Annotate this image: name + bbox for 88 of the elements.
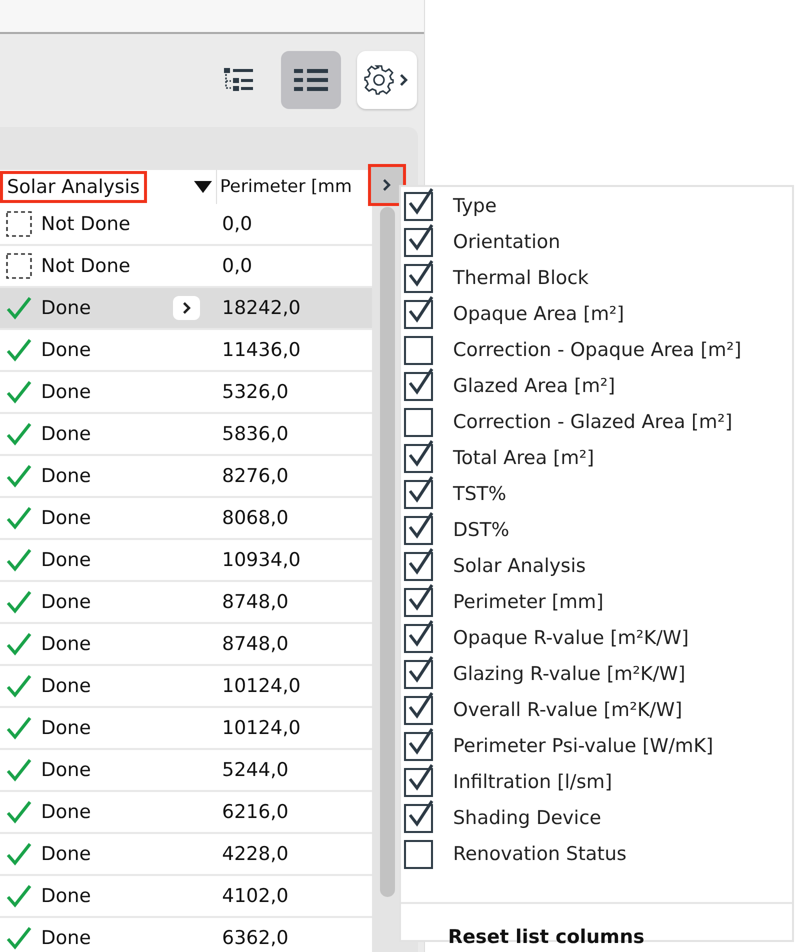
status-text: Done: [41, 717, 91, 739]
status-text: Done: [41, 633, 91, 655]
status-text: Not Done: [41, 213, 130, 235]
status-text: Done: [41, 885, 91, 907]
column-toggle[interactable]: Perimeter [mm]: [401, 584, 792, 620]
status-text: Done: [41, 927, 91, 949]
column-toggle[interactable]: Opaque Area [m²]: [401, 296, 792, 332]
chevron-right-icon: [382, 178, 392, 192]
status-text: Done: [41, 549, 91, 571]
perimeter-value: 8748,0: [222, 591, 288, 613]
row-open-button[interactable]: [173, 296, 200, 320]
column-toggle[interactable]: Total Area [m²]: [401, 440, 792, 476]
column-toggle[interactable]: Glazing R-value [m²K/W]: [401, 656, 792, 692]
perimeter-value: 8276,0: [222, 465, 288, 487]
status-text: Done: [41, 759, 91, 781]
checkbox[interactable]: [404, 408, 433, 436]
table-row[interactable]: Done 8276,0: [0, 456, 372, 498]
table-row[interactable]: Done 8068,0: [0, 498, 372, 540]
settings-button[interactable]: [357, 51, 417, 109]
column-toggle[interactable]: Overall R-value [m²K/W]: [401, 692, 792, 728]
table-row[interactable]: Done 11436,0: [0, 330, 372, 372]
reset-columns-button[interactable]: Reset list columns: [448, 926, 644, 948]
table-row[interactable]: Not Done 0,0: [0, 204, 372, 246]
perimeter-value: 10934,0: [222, 549, 301, 571]
table-row[interactable]: Done 4228,0: [0, 834, 372, 876]
column-menu-button[interactable]: [368, 164, 406, 206]
status-text: Done: [41, 591, 91, 613]
perimeter-value: 18242,0: [222, 297, 301, 319]
tree-list-icon: [223, 67, 255, 93]
column-toggle[interactable]: Glazed Area [m²]: [401, 368, 792, 404]
status-text: Done: [41, 381, 91, 403]
column-toggle[interactable]: Orientation: [401, 224, 792, 260]
table-row[interactable]: Done 8748,0: [0, 624, 372, 666]
column-toggle[interactable]: Thermal Block: [401, 260, 792, 296]
status-text: Done: [41, 465, 91, 487]
perimeter-value: 0,0: [222, 255, 252, 277]
status-text: Not Done: [41, 255, 130, 277]
perimeter-value: 10124,0: [222, 675, 301, 697]
perimeter-value: 10124,0: [222, 717, 301, 739]
perimeter-value: 4102,0: [222, 885, 288, 907]
column-toggle[interactable]: Infiltration [l/sm]: [401, 764, 792, 800]
perimeter-value: 8748,0: [222, 633, 288, 655]
perimeter-value: 0,0: [222, 213, 252, 235]
table-row[interactable]: Done 8748,0: [0, 582, 372, 624]
table-row[interactable]: Done 10124,0: [0, 666, 372, 708]
column-toggle[interactable]: Renovation Status: [401, 836, 792, 872]
checkbox[interactable]: [404, 840, 433, 868]
list-view-button[interactable]: [281, 51, 341, 109]
status-text: Done: [41, 843, 91, 865]
column-toggle[interactable]: Opaque R-value [m²K/W]: [401, 620, 792, 656]
column-toggle[interactable]: DST%: [401, 512, 792, 548]
sort-descending-icon[interactable]: [194, 180, 212, 194]
perimeter-value: 4228,0: [222, 843, 288, 865]
list-icon: [293, 67, 329, 93]
column-toggle[interactable]: Shading Device: [401, 800, 792, 836]
table-row[interactable]: Done 6362,0: [0, 918, 372, 952]
perimeter-value: 11436,0: [222, 339, 301, 361]
status-text: Done: [41, 297, 91, 319]
column-toggle[interactable]: Type: [401, 188, 792, 224]
perimeter-value: 6362,0: [222, 927, 288, 949]
perimeter-value: 6216,0: [222, 801, 288, 823]
table-row[interactable]: Done 10934,0: [0, 540, 372, 582]
table-row[interactable]: Done 4102,0: [0, 876, 372, 918]
column-header[interactable]: Solar Analysis: [0, 171, 147, 203]
perimeter-value: 8068,0: [222, 507, 288, 529]
column-toggle[interactable]: Correction - Opaque Area [m²]: [401, 332, 792, 368]
status-text: Done: [41, 801, 91, 823]
table-row[interactable]: Done 10124,0: [0, 708, 372, 750]
table-row[interactable]: Done 5326,0: [0, 372, 372, 414]
chevron-right-icon: [182, 301, 192, 315]
perimeter-value: 5244,0: [222, 759, 288, 781]
table-row[interactable]: Done 5836,0: [0, 414, 372, 456]
column-toggle[interactable]: Solar Analysis: [401, 548, 792, 584]
status-text: Done: [41, 507, 91, 529]
status-text: Done: [41, 675, 91, 697]
column-toggle[interactable]: TST%: [401, 476, 792, 512]
column-header[interactable]: Perimeter [mm: [217, 173, 355, 201]
status-text: Done: [41, 339, 91, 361]
status-text: Done: [41, 423, 91, 445]
table-row[interactable]: Done 6216,0: [0, 792, 372, 834]
perimeter-value: 5326,0: [222, 381, 288, 403]
checkbox[interactable]: [404, 336, 433, 364]
table-row[interactable]: Done 18242,0: [0, 288, 372, 330]
perimeter-value: 5836,0: [222, 423, 288, 445]
column-toggle[interactable]: Correction - Glazed Area [m²]: [401, 404, 792, 440]
column-toggle[interactable]: Perimeter Psi-value [W/mK]: [401, 728, 792, 764]
table-row[interactable]: Done 5244,0: [0, 750, 372, 792]
scrollbar[interactable]: [380, 207, 395, 897]
